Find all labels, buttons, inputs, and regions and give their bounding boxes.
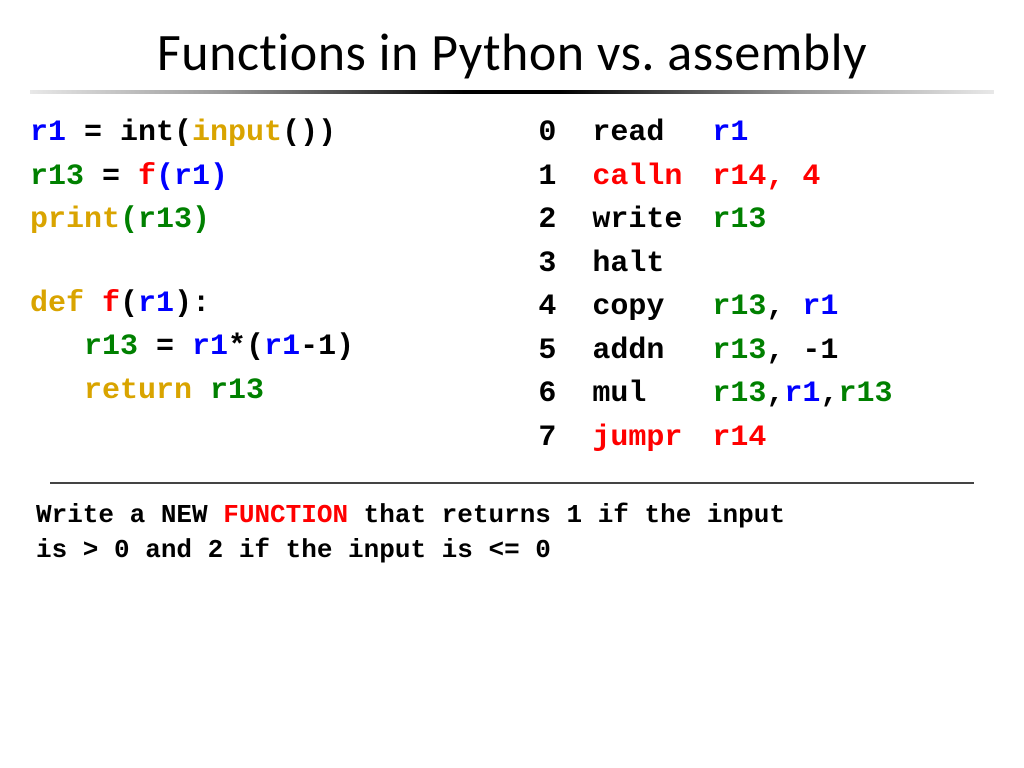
asm-token: , (766, 290, 802, 324)
slide: Functions in Python vs. assembly r1 = in… (0, 0, 1024, 768)
py-line-3: print(r13) (30, 199, 508, 243)
py-token: print (30, 203, 120, 237)
asm-opcode: addn (592, 330, 712, 374)
asm-opcode: read (592, 112, 712, 156)
py-line-5: r13 = r1*(r1-1) (30, 326, 508, 370)
prompt-text: FUNCTION (223, 500, 348, 530)
asm-token: r1 (784, 377, 820, 411)
py-token: ()) (282, 116, 336, 150)
assembly-code: 0readr11callnr14, 42writer133halt4copyr1… (538, 112, 994, 460)
exercise-prompt: Write a NEW FUNCTION that returns 1 if t… (30, 498, 994, 568)
asm-args: r1 (712, 112, 748, 156)
asm-line-number: 5 (538, 330, 592, 374)
asm-line: 2writer13 (538, 199, 994, 243)
slide-title: Functions in Python vs. assembly (30, 20, 994, 84)
asm-opcode: write (592, 199, 712, 243)
asm-args: r13 (712, 199, 766, 243)
prompt-line-1: Write a NEW FUNCTION that returns 1 if t… (36, 498, 988, 533)
py-token: ): (174, 287, 210, 321)
asm-line: 4copyr13, r1 (538, 286, 994, 330)
asm-args: r14, 4 (712, 156, 820, 200)
prompt-text: Write a NEW (36, 500, 223, 530)
asm-opcode: jumpr (592, 417, 712, 461)
py-token: int( (120, 116, 192, 150)
py-line-6: return r13 (30, 370, 508, 414)
asm-token: r13 (712, 334, 766, 368)
asm-line-number: 1 (538, 156, 592, 200)
py-token: = (84, 160, 138, 194)
py-token: f (138, 160, 156, 194)
asm-line-number: 4 (538, 286, 592, 330)
asm-line-number: 2 (538, 199, 592, 243)
py-token: r13 (84, 330, 138, 364)
asm-token: r14 (712, 421, 766, 455)
asm-args: r13, r1 (712, 286, 838, 330)
asm-opcode: copy (592, 286, 712, 330)
asm-opcode: mul (592, 373, 712, 417)
prompt-line-2: is > 0 and 2 if the input is <= 0 (36, 533, 988, 568)
py-line-4: def f(r1): (30, 283, 508, 327)
py-token: = (66, 116, 120, 150)
asm-line: 5addnr13, -1 (538, 330, 994, 374)
py-token: ( (120, 287, 138, 321)
asm-line-number: 0 (538, 112, 592, 156)
asm-token: r14, 4 (712, 160, 820, 194)
title-underline (30, 90, 994, 94)
asm-token: , (766, 377, 784, 411)
code-columns: r1 = int(input()) r13 = f(r1) print(r13)… (30, 112, 994, 460)
py-line-2: r13 = f(r1) (30, 156, 508, 200)
py-token: (r13) (120, 203, 210, 237)
asm-token: r13 (712, 290, 766, 324)
asm-token: r13 (838, 377, 892, 411)
py-token: f (102, 287, 120, 321)
asm-opcode: halt (592, 243, 712, 287)
asm-line: 6mulr13,r1,r13 (538, 373, 994, 417)
divider-line (50, 482, 974, 484)
py-token: input (192, 116, 282, 150)
asm-args: r13,r1,r13 (712, 373, 892, 417)
asm-token: r1 (712, 116, 748, 150)
py-token: -1) (300, 330, 354, 364)
py-token: r13 (210, 374, 264, 408)
prompt-text: that returns 1 if the input (348, 500, 785, 530)
asm-line-number: 3 (538, 243, 592, 287)
asm-line: 7jumprr14 (538, 417, 994, 461)
asm-line: 0readr1 (538, 112, 994, 156)
py-token: = (138, 330, 192, 364)
asm-token: , (820, 377, 838, 411)
asm-line: 1callnr14, 4 (538, 156, 994, 200)
asm-line: 3halt (538, 243, 994, 287)
py-token: r1 (30, 116, 66, 150)
py-token: *( (228, 330, 264, 364)
py-token: r1 (264, 330, 300, 364)
asm-line-number: 7 (538, 417, 592, 461)
py-token: r1 (192, 330, 228, 364)
blank-line (30, 243, 508, 283)
asm-opcode: calln (592, 156, 712, 200)
py-token: r1 (138, 287, 174, 321)
asm-args: r14 (712, 417, 766, 461)
python-code: r1 = int(input()) r13 = f(r1) print(r13)… (30, 112, 508, 460)
asm-token: r13 (712, 377, 766, 411)
asm-line-number: 6 (538, 373, 592, 417)
py-token: r13 (30, 160, 84, 194)
asm-args: r13, -1 (712, 330, 838, 374)
asm-token: r13 (712, 203, 766, 237)
asm-token: , -1 (766, 334, 838, 368)
asm-token: r1 (802, 290, 838, 324)
py-token: (r1) (156, 160, 228, 194)
py-token: return (84, 374, 210, 408)
py-token: def (30, 287, 102, 321)
py-line-1: r1 = int(input()) (30, 112, 508, 156)
